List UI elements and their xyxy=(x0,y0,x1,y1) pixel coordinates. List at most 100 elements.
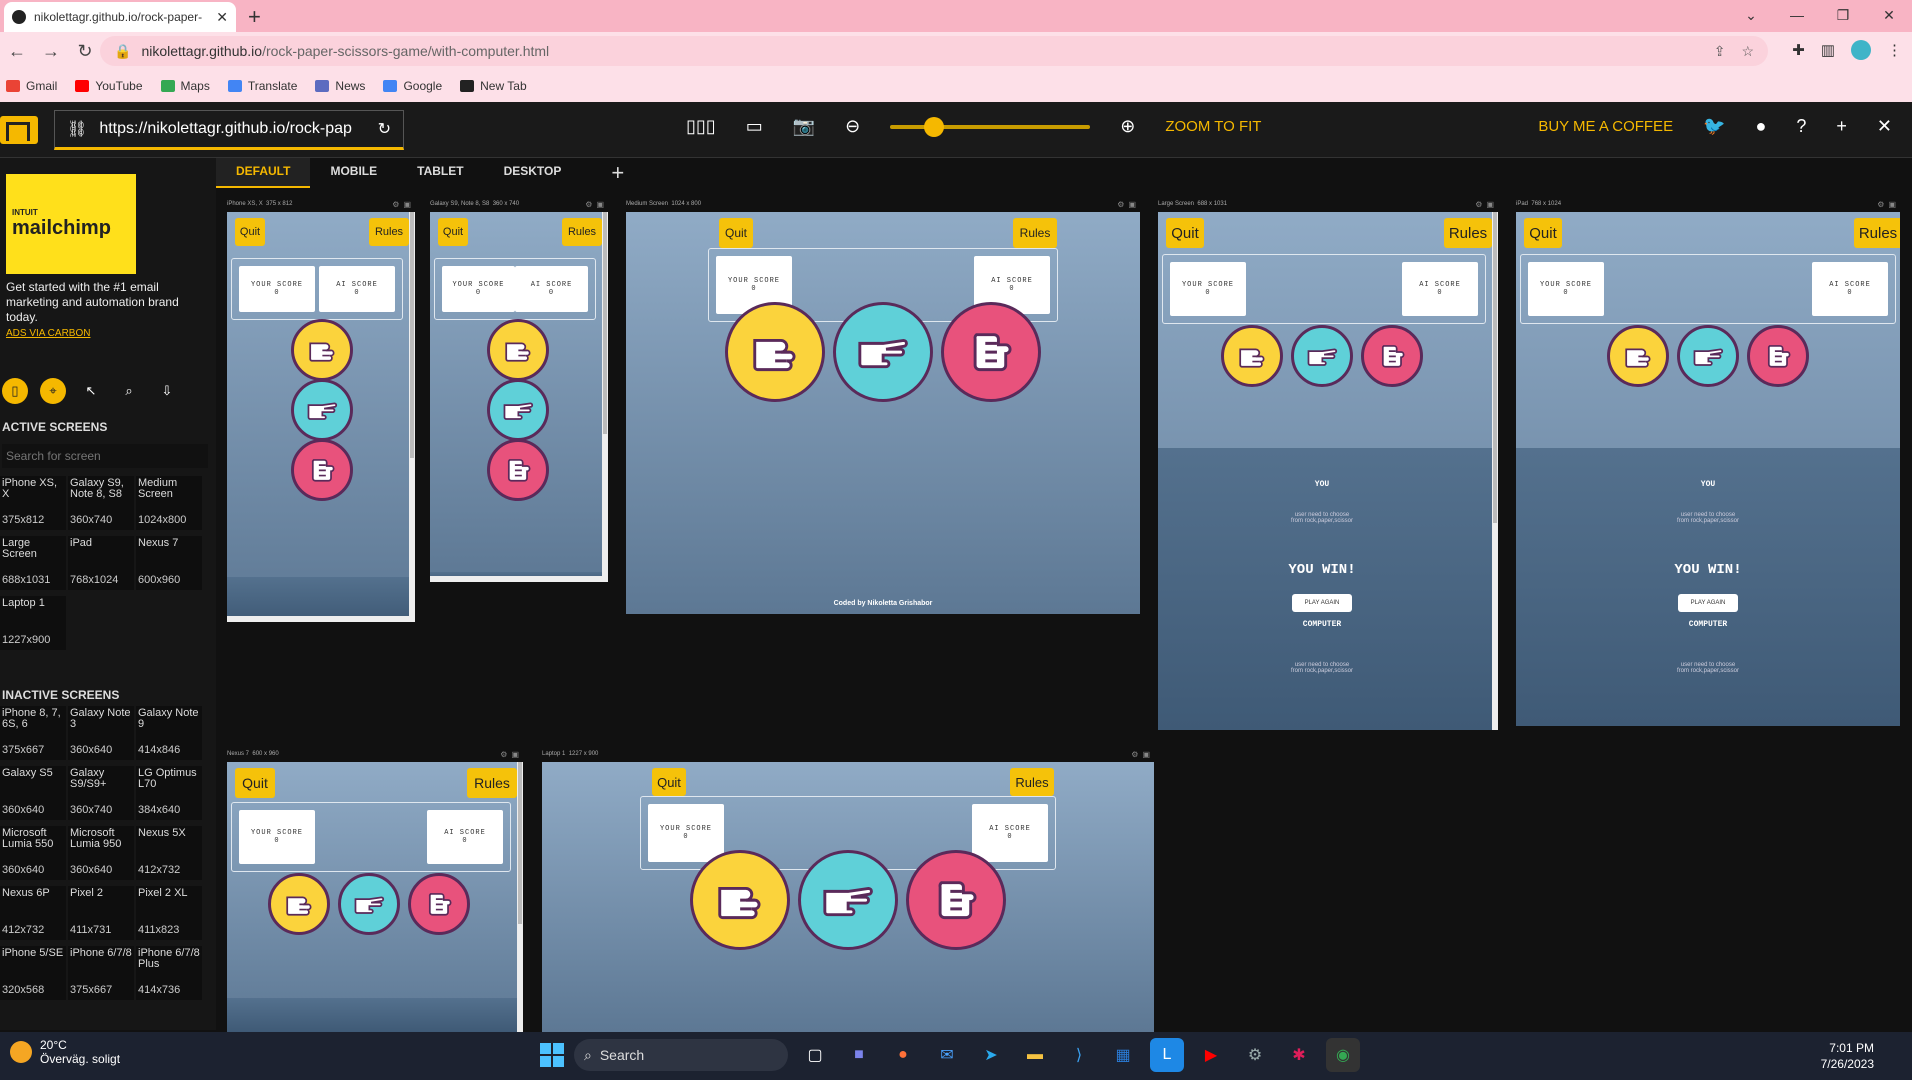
windows-start-icon[interactable] xyxy=(540,1043,564,1067)
device-tile[interactable]: Galaxy S9, Note 8, S8 360x740 xyxy=(68,476,134,530)
bookmark-star-icon[interactable]: ☆ xyxy=(1741,43,1754,60)
paper-choice-button[interactable] xyxy=(798,850,898,950)
quit-button[interactable]: Quit xyxy=(1166,218,1204,248)
weather-widget[interactable]: 20°C Överväg. soligt xyxy=(10,1038,120,1066)
mail-icon[interactable]: ✉ xyxy=(930,1038,964,1072)
device-tile[interactable]: Large Screen 688x1031 xyxy=(0,536,66,590)
device-tile[interactable]: Galaxy S9/S9+ 360x740 xyxy=(68,766,134,820)
github-icon[interactable]: ● xyxy=(1756,116,1767,137)
lock-icon[interactable]: 🔒 xyxy=(114,43,131,60)
device-tile[interactable]: Medium Screen 1024x800 xyxy=(136,476,202,530)
paper-choice-button[interactable] xyxy=(338,873,400,935)
address-bar[interactable]: 🔒 nikolettagr.github.io/rock-paper-sciss… xyxy=(100,36,1768,66)
scissors-choice-button[interactable] xyxy=(487,439,549,501)
vertical-scrollbar[interactable] xyxy=(1492,212,1498,730)
rock-choice-button[interactable] xyxy=(690,850,790,950)
tab-desktop[interactable]: DESKTOP xyxy=(484,158,582,188)
vscode-icon[interactable]: ⟩ xyxy=(1062,1038,1096,1072)
tab-tablet[interactable]: TABLET xyxy=(397,158,483,188)
device-tile[interactable]: Microsoft Lumia 950 360x640 xyxy=(68,826,134,880)
rules-button[interactable]: Rules xyxy=(1444,218,1492,248)
task-view-icon[interactable]: ▢ xyxy=(798,1038,832,1072)
chrome-menu-icon[interactable]: ⋮ xyxy=(1887,41,1902,59)
device-tile[interactable]: Laptop 1 1227x900 xyxy=(0,596,66,650)
rock-choice-button[interactable] xyxy=(487,319,549,381)
screenshot-camera-icon[interactable]: 📷 xyxy=(793,116,815,137)
device-settings-icon[interactable]: ⚙▣ xyxy=(392,200,415,209)
rock-choice-button[interactable] xyxy=(291,319,353,381)
play-again-button[interactable]: PLAY AGAIN xyxy=(1292,594,1352,612)
play-again-button[interactable]: PLAY AGAIN xyxy=(1678,594,1738,612)
screen-search-input[interactable] xyxy=(2,444,208,468)
bookmark-item[interactable]: New Tab xyxy=(460,79,527,93)
scissors-choice-button[interactable] xyxy=(1361,325,1423,387)
device-settings-icon[interactable]: ⚙▣ xyxy=(1117,200,1140,209)
device-tile[interactable]: Galaxy S5 360x640 xyxy=(0,766,66,820)
ad-text[interactable]: Get started with the #1 email marketing … xyxy=(6,280,186,325)
responsively-logo-icon[interactable] xyxy=(0,116,38,144)
device-tile[interactable]: LG Optimus L70 384x640 xyxy=(136,766,202,820)
share-icon[interactable]: ⇪ xyxy=(1714,43,1726,60)
tab-search-icon[interactable]: ⌄ xyxy=(1728,7,1774,24)
rules-button[interactable]: Rules xyxy=(1854,218,1900,248)
tab-mobile[interactable]: MOBILE xyxy=(310,158,397,188)
device-settings-icon[interactable]: ⚙▣ xyxy=(585,200,608,209)
youtube-icon[interactable]: ▶ xyxy=(1194,1038,1228,1072)
file-explorer-icon[interactable]: ▬ xyxy=(1018,1038,1052,1072)
device-tile[interactable]: Pixel 2 XL 411x823 xyxy=(136,886,202,940)
device-tile[interactable]: Nexus 7 600x960 xyxy=(136,536,202,590)
device-tile[interactable]: iPad 768x1024 xyxy=(68,536,134,590)
device-settings-icon[interactable]: ⚙▣ xyxy=(1877,200,1900,209)
device-tile[interactable]: Pixel 2 411x731 xyxy=(68,886,134,940)
firefox-icon[interactable]: ● xyxy=(886,1038,920,1072)
bookmark-item[interactable]: Google xyxy=(383,79,442,93)
l-app-icon[interactable]: L xyxy=(1150,1038,1184,1072)
vertical-scrollbar[interactable] xyxy=(517,762,523,1032)
minimize-button[interactable]: — xyxy=(1774,7,1820,23)
scissors-choice-button[interactable] xyxy=(941,302,1041,402)
quit-button[interactable]: Quit xyxy=(235,768,275,798)
rock-choice-button[interactable] xyxy=(1221,325,1283,387)
app-reload-icon[interactable]: ↻ xyxy=(378,119,391,139)
device-tile[interactable]: Galaxy Note 9 414x846 xyxy=(136,706,202,760)
tab-default[interactable]: DEFAULT xyxy=(216,158,311,188)
zoom-slider-knob[interactable] xyxy=(924,116,945,137)
telegram-icon[interactable]: ➤ xyxy=(974,1038,1008,1072)
zoom-in-icon[interactable]: ⊕ xyxy=(1120,116,1135,137)
device-settings-icon[interactable]: ⚙▣ xyxy=(500,750,523,759)
bookmark-item[interactable]: News xyxy=(315,79,365,93)
search-icon[interactable]: ⌕ xyxy=(116,378,142,404)
buy-me-coffee-link[interactable]: BUY ME A COFFEE xyxy=(1538,118,1673,135)
column-layout-icon[interactable]: ▯▯▯ xyxy=(686,116,716,137)
rules-button[interactable]: Rules xyxy=(1013,218,1057,248)
taskbar-search[interactable]: ⌕ Search xyxy=(574,1039,788,1071)
device-tile[interactable]: Galaxy Note 3 360x640 xyxy=(68,706,134,760)
rock-choice-button[interactable] xyxy=(268,873,330,935)
rock-choice-button[interactable] xyxy=(1607,325,1669,387)
new-tab-button[interactable]: + xyxy=(248,4,261,30)
device-settings-icon[interactable]: ⚙▣ xyxy=(1131,750,1154,759)
device-settings-icon[interactable]: ⚙▣ xyxy=(1475,200,1498,209)
device-tile[interactable]: iPhone 6/7/8 Plus 414x736 xyxy=(136,946,202,1000)
twitter-icon[interactable]: 🐦 xyxy=(1703,116,1725,137)
teams-icon[interactable]: ■ xyxy=(842,1038,876,1072)
paper-choice-button[interactable] xyxy=(833,302,933,402)
quit-button[interactable]: Quit xyxy=(438,218,468,246)
close-window-button[interactable]: ✕ xyxy=(1866,7,1912,24)
scissors-choice-button[interactable] xyxy=(291,439,353,501)
rules-button[interactable]: Rules xyxy=(562,218,602,246)
profile-avatar[interactable] xyxy=(1851,40,1871,60)
bookmark-item[interactable]: YouTube xyxy=(75,79,143,93)
horizontal-scrollbar[interactable] xyxy=(430,576,608,582)
slack-icon[interactable]: ✱ xyxy=(1282,1038,1316,1072)
add-tab-button[interactable]: + xyxy=(581,160,624,186)
close-tab-icon[interactable]: ✕ xyxy=(216,9,228,26)
help-icon[interactable]: ? xyxy=(1796,116,1806,137)
zoom-out-icon[interactable]: ⊖ xyxy=(845,116,860,137)
device-toggle-icon[interactable]: ▯ xyxy=(2,378,28,404)
select-cursor-icon[interactable]: ↖ xyxy=(78,378,104,404)
horizontal-scrollbar[interactable] xyxy=(227,616,415,622)
device-tile[interactable]: Nexus 6P 412x732 xyxy=(0,886,66,940)
close-app-icon[interactable]: ✕ xyxy=(1877,116,1892,137)
rules-button[interactable]: Rules xyxy=(467,768,517,798)
